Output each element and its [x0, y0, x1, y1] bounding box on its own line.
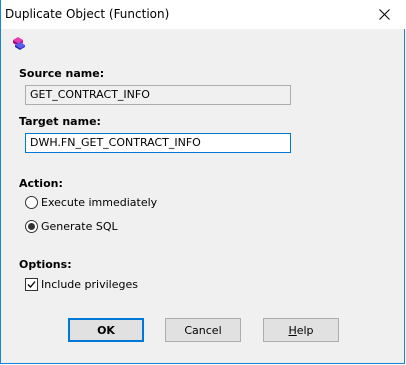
source-name-label: Source name:	[19, 67, 105, 80]
options-label: Options:	[19, 258, 72, 271]
checkmark-icon	[27, 281, 36, 288]
help-button-mnemonic: H	[288, 323, 297, 337]
execute-immediately-radio[interactable]: Execute immediately	[25, 196, 157, 209]
execute-immediately-label: Execute immediately	[41, 196, 158, 209]
ok-button-label: OK	[97, 323, 115, 337]
object-stack-icon	[13, 37, 25, 50]
include-privileges-checkbox[interactable]: Include privileges	[25, 278, 138, 291]
help-button-label: elp	[296, 323, 314, 337]
window-title: Duplicate Object (Function)	[5, 7, 170, 21]
help-button[interactable]: Help	[263, 318, 339, 342]
cancel-button-label: Cancel	[184, 323, 222, 337]
generate-sql-label: Generate SQL	[41, 220, 118, 233]
include-privileges-label: Include privileges	[41, 278, 138, 291]
close-button[interactable]	[362, 0, 406, 29]
duplicate-object-dialog: Duplicate Object (Function) Source name:…	[0, 0, 406, 364]
target-name-label: Target name:	[19, 115, 101, 128]
checkbox-indicator	[25, 278, 38, 291]
ok-button[interactable]: OK	[68, 318, 144, 342]
title-bar: Duplicate Object (Function)	[1, 0, 406, 29]
cancel-button[interactable]: Cancel	[165, 318, 241, 342]
target-name-input[interactable]: DWH.FN_GET_CONTRACT_INFO	[25, 133, 291, 153]
close-icon	[379, 9, 390, 20]
source-name-field: GET_CONTRACT_INFO	[25, 85, 291, 105]
generate-sql-radio[interactable]: Generate SQL	[25, 220, 118, 233]
action-label: Action:	[19, 177, 63, 190]
radio-indicator-selected	[25, 220, 38, 233]
radio-indicator	[25, 196, 38, 209]
